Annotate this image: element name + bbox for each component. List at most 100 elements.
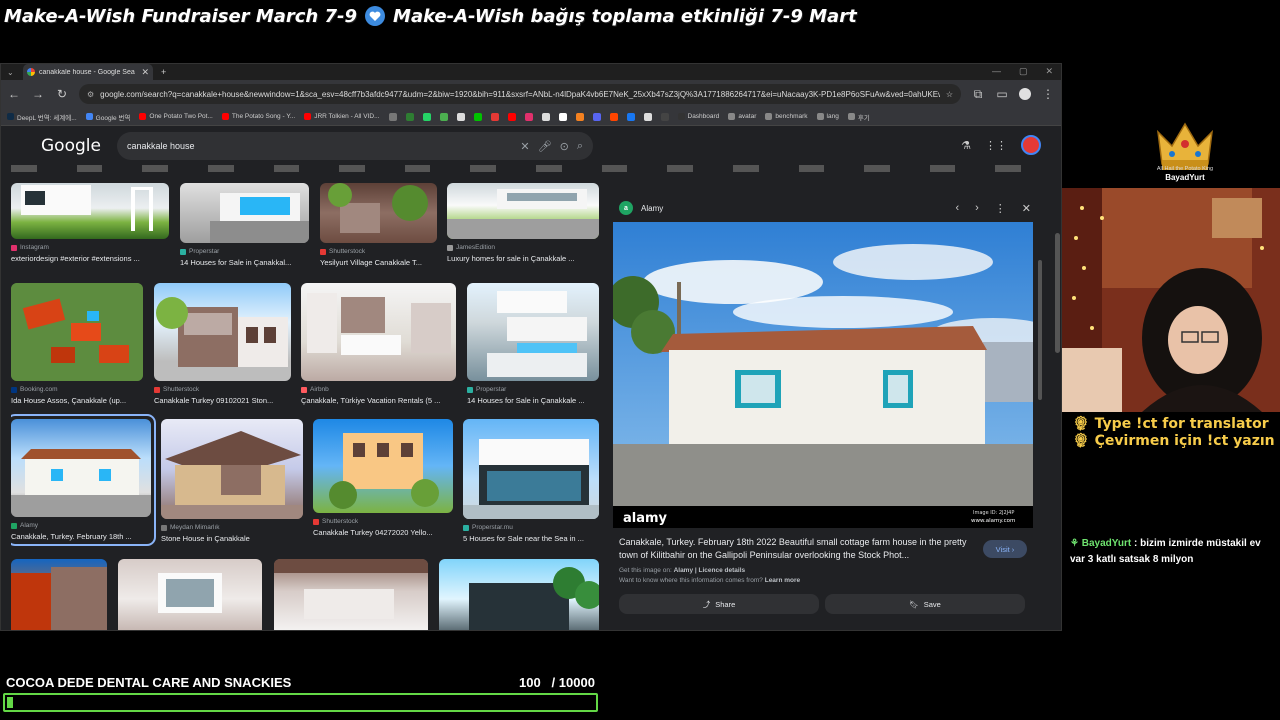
result-title[interactable]: Luxury homes for sale in Çanakkale ... (447, 254, 599, 263)
bookmark-favicon-icon[interactable] (575, 112, 584, 121)
bookmark-item[interactable]: Google 번역 (85, 112, 130, 122)
result-card[interactable] (118, 559, 262, 630)
bookmark-folder[interactable]: lang (816, 113, 839, 120)
site-info-icon[interactable]: ⚙ (87, 90, 94, 99)
result-thumbnail[interactable] (320, 183, 437, 243)
result-card[interactable]: Shutterstock Yesilyurt Village Canakkale… (320, 183, 437, 267)
result-card[interactable] (274, 559, 428, 630)
result-title[interactable]: Canakkale Turkey 04272020 Yello... (313, 528, 453, 537)
reload-icon[interactable]: ↻ (55, 87, 69, 101)
get-image-site[interactable]: Alamy (674, 567, 694, 574)
labs-icon[interactable]: ⚗ (961, 139, 971, 152)
mic-icon[interactable]: 🎤︎ (538, 140, 552, 153)
result-thumbnail[interactable] (439, 559, 599, 630)
tab-active[interactable]: canakkale house - Google Sea ✕ (23, 64, 153, 80)
bookmark-favicon-icon[interactable] (626, 112, 635, 121)
result-card[interactable] (11, 559, 107, 630)
bookmark-favicon-icon[interactable] (558, 112, 567, 121)
bookmark-favicon-icon[interactable] (609, 112, 618, 121)
preview-scrollbar[interactable] (1038, 260, 1042, 400)
result-thumbnail[interactable] (161, 419, 303, 519)
licence-link[interactable]: | Licence details (695, 567, 745, 574)
result-title[interactable]: Yesilyurt Village Canakkale T... (320, 258, 437, 267)
menu-icon[interactable]: ⋮ (1041, 87, 1055, 101)
bookmark-favicon-icon[interactable] (660, 112, 669, 121)
bookmark-folder[interactable]: 후기 (847, 112, 870, 122)
bookmark-favicon-icon[interactable] (541, 112, 550, 121)
bookmark-item[interactable]: DeepL 번역: 세계에... (7, 112, 77, 122)
preview-site-name[interactable]: Alamy (641, 204, 663, 213)
result-title[interactable]: Çanakkale, Türkiye Vacation Rentals (5 .… (301, 396, 456, 405)
result-card[interactable]: Meydan Mimarlık Stone House in Çanakkale (161, 419, 303, 543)
search-icon[interactable]: ⌕ (577, 140, 583, 153)
search-box[interactable]: canakkale house ✕ 🎤︎ ⊙ ⌕ (117, 132, 593, 160)
bookmark-item[interactable]: One Potato Two Pot... (139, 113, 213, 120)
bookmark-favicon-icon[interactable] (456, 112, 465, 121)
close-window-icon[interactable]: ✕ (1045, 66, 1053, 77)
bookmark-favicon-icon[interactable] (422, 112, 431, 121)
bookmark-folder[interactable]: benchmark (765, 113, 808, 120)
bookmark-item[interactable]: JRR Tolkien - All VID... (304, 113, 380, 120)
result-thumbnail[interactable] (274, 559, 428, 630)
result-thumbnail[interactable] (447, 183, 599, 239)
new-tab-icon[interactable]: + (161, 67, 166, 77)
tab-close-icon[interactable]: ✕ (141, 67, 149, 78)
learn-more-link[interactable]: Learn more (765, 577, 800, 584)
bookmark-favicon-icon[interactable] (490, 112, 499, 121)
preview-image[interactable]: alamy Image ID: 2J2J4P www.alamy.com (613, 222, 1033, 528)
result-card-selected[interactable]: Alamy Canakkale, Turkey. February 18th .… (11, 414, 156, 546)
bookmark-favicon-icon[interactable] (524, 112, 533, 121)
bookmark-favicon-icon[interactable] (507, 112, 516, 121)
result-thumbnail[interactable] (154, 283, 291, 381)
result-card[interactable]: Booking.com Ida House Assos, Çanakkale (… (11, 283, 143, 405)
bookmark-star-icon[interactable]: ☆ (946, 90, 953, 99)
result-card[interactable]: Airbnb Çanakkale, Türkiye Vacation Renta… (301, 283, 456, 405)
result-thumbnail[interactable] (180, 183, 309, 243)
maximize-icon[interactable]: ▢ (1019, 66, 1028, 77)
result-card[interactable] (439, 559, 599, 630)
bookmark-favicon-icon[interactable] (643, 112, 652, 121)
result-title[interactable]: Canakkale Turkey 09102021 Ston... (154, 396, 291, 405)
page-scrollbar[interactable] (1055, 233, 1060, 353)
result-thumbnail[interactable] (11, 419, 151, 517)
account-avatar[interactable] (1021, 135, 1041, 155)
profile-avatar[interactable] (1019, 88, 1031, 100)
result-card[interactable]: Properstar 14 Houses for Sale in Çanakka… (180, 183, 309, 267)
result-card[interactable]: Properstar.mu 5 Houses for Sale near the… (463, 419, 599, 543)
bookmark-favicon-icon[interactable] (592, 112, 601, 121)
lens-icon[interactable]: ⊙ (560, 140, 569, 153)
result-title[interactable]: Ida House Assos, Çanakkale (up... (11, 396, 143, 405)
bookmark-item[interactable]: The Potato Song - Y... (221, 113, 295, 120)
next-icon[interactable]: › (975, 202, 979, 215)
bookmark-folder[interactable]: avatar (728, 113, 756, 120)
result-thumbnail[interactable] (467, 283, 599, 381)
result-thumbnail[interactable] (463, 419, 599, 519)
close-icon[interactable]: ✕ (1022, 202, 1031, 215)
result-thumbnail[interactable] (11, 183, 169, 239)
result-card[interactable]: JamesEdition Luxury homes for sale in Ça… (447, 183, 599, 263)
result-title[interactable]: 14 Houses for Sale in Çanakkale ... (467, 396, 599, 405)
search-input[interactable]: canakkale house (127, 141, 512, 151)
sidepanel-icon[interactable]: ▭ (995, 87, 1009, 101)
visit-button[interactable]: Visit › (983, 540, 1027, 558)
save-button[interactable]: 🔖︎ Save (825, 594, 1025, 614)
result-thumbnail[interactable] (11, 283, 143, 381)
google-logo[interactable]: Google (41, 136, 117, 156)
minimize-icon[interactable]: — (992, 66, 1001, 77)
bookmark-favicon-icon[interactable] (473, 112, 482, 121)
result-title[interactable]: Stone House in Çanakkale (161, 534, 303, 543)
bookmark-folder[interactable]: Dashboard (677, 113, 719, 120)
result-thumbnail[interactable] (313, 419, 453, 513)
result-card[interactable]: Shutterstock Canakkale Turkey 09102021 S… (154, 283, 291, 405)
bookmark-favicon-icon[interactable] (439, 112, 448, 121)
address-bar[interactable]: ⚙ google.com/search?q=canakkale+house&ne… (79, 84, 961, 104)
apps-grid-icon[interactable]: ⋮⋮ (985, 139, 1007, 152)
clear-icon[interactable]: ✕ (520, 140, 529, 153)
result-card[interactable]: Properstar 14 Houses for Sale in Çanakka… (467, 283, 599, 405)
result-title[interactable]: 14 Houses for Sale in Çanakkal... (180, 258, 309, 267)
tab-search-icon[interactable]: ⌄ (7, 68, 14, 77)
bookmark-favicon-icon[interactable] (388, 112, 397, 121)
bookmark-favicon-icon[interactable] (405, 112, 414, 121)
result-card[interactable]: Shutterstock Canakkale Turkey 04272020 Y… (313, 419, 453, 537)
extensions-icon[interactable]: ⧉ (971, 87, 985, 102)
